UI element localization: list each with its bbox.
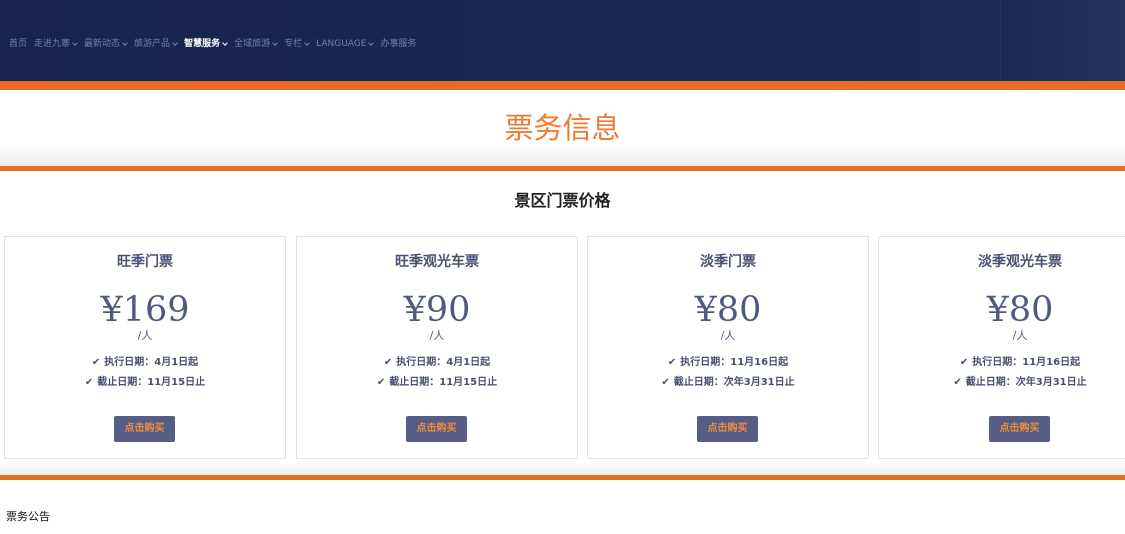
nav-item-label: 最新动态	[84, 39, 121, 49]
ticket-unit: /人	[429, 329, 445, 342]
ticket-unit: /人	[720, 329, 736, 342]
section-title: 景区门票价格	[514, 191, 611, 210]
buy-button[interactable]: 点击购买	[406, 416, 467, 442]
ticket-end-date: ✔ 截止日期：11月15日止	[5, 376, 285, 390]
nav-item-label: 办事服务	[380, 39, 417, 49]
ticket-start-date: ✔ 执行日期：4月1日起	[297, 356, 577, 370]
nav-item-label: LANGUAGE	[316, 39, 367, 49]
orange-divider-middle	[0, 166, 1125, 171]
orange-divider-top	[0, 81, 1125, 90]
page-title: 票务信息	[504, 111, 621, 145]
top-navigation: 首页 走进九寨 最新动态 旅游产品 智慧服务 全域旅游 专栏 LANGUAGE	[0, 0, 1125, 81]
chevron-down-icon	[222, 40, 228, 46]
start-date-text: 执行日期：4月1日起	[396, 357, 491, 368]
ticket-price: ¥169	[100, 290, 190, 330]
ticket-start-date: ✔ 执行日期：11月16日起	[588, 356, 868, 370]
check-icon: ✔	[959, 357, 969, 368]
ticket-unit: /人	[137, 329, 153, 342]
check-icon: ✔	[376, 377, 386, 388]
nav-item-smart-service[interactable]: 智慧服务	[184, 38, 228, 50]
end-date-text: 截止日期：11月15日止	[97, 377, 206, 388]
chevron-down-icon	[304, 40, 310, 46]
start-date-text: 执行日期：11月16日起	[972, 357, 1081, 368]
check-icon: ✔	[661, 377, 670, 388]
buy-button[interactable]: 点击购买	[697, 416, 758, 442]
check-icon: ✔	[383, 357, 393, 368]
nav-item-home[interactable]: 首页	[9, 38, 27, 50]
check-icon: ✔	[667, 357, 677, 368]
chevron-down-icon	[272, 40, 278, 46]
nav-item-label: 全域旅游	[234, 39, 271, 49]
nav-item-label: 首页	[9, 39, 28, 49]
nav-item-label: 旅游产品	[134, 39, 171, 49]
ticket-price: ¥80	[694, 290, 762, 330]
cards-bottom-shadow	[0, 462, 1125, 475]
start-date-text: 执行日期：11月16日起	[680, 357, 789, 368]
check-icon: ✔	[953, 377, 962, 388]
ticket-name: 淡季观光车票	[978, 254, 1062, 270]
ticket-name: 淡季门票	[700, 254, 756, 270]
ticket-price: ¥90	[403, 290, 471, 330]
nav-item-about-jiuzhai[interactable]: 走进九寨	[34, 38, 78, 50]
nav-item-tour-products[interactable]: 旅游产品	[134, 38, 178, 50]
nav-item-label: 走进九寨	[34, 39, 71, 49]
start-date-text: 执行日期：4月1日起	[104, 357, 199, 368]
nav-item-global-tourism[interactable]: 全域旅游	[234, 38, 278, 50]
ticket-card-off-season-sightseeing-bus: 淡季观光车票 ¥80 /人 ✔ 执行日期：11月16日起 ✔ 截止日期：次年3月31…	[878, 236, 1125, 459]
ticket-unit: /人	[1012, 329, 1028, 342]
nav-item-language[interactable]: LANGUAGE	[316, 38, 375, 50]
buy-button[interactable]: 点击购买	[989, 416, 1050, 442]
ticket-start-date: ✔ 执行日期：4月1日起	[5, 356, 285, 370]
ticket-start-date: ✔ 执行日期：11月16日起	[879, 356, 1125, 370]
chevron-down-icon	[122, 40, 128, 46]
check-icon: ✔	[91, 357, 101, 368]
ticket-card-peak-admission: 旺季门票 ¥169 /人 ✔ 执行日期：4月1日起 ✔ 截止日期：11月15日止 点…	[4, 236, 286, 459]
nav-item-affairs-service[interactable]: 办事服务	[380, 38, 416, 50]
ticket-name: 旺季观光车票	[395, 254, 479, 270]
chevron-down-icon	[172, 40, 178, 46]
ticket-end-date: ✔ 截止日期：11月15日止	[297, 376, 577, 390]
end-date-text: 截止日期：11月15日止	[389, 377, 498, 388]
check-icon: ✔	[84, 377, 94, 388]
chevron-down-icon	[368, 40, 375, 46]
ticket-end-date: ✔ 截止日期：次年3月31日止	[879, 376, 1125, 390]
nav-menu: 首页 走进九寨 最新动态 旅游产品 智慧服务 全域旅游 专栏 LANGUAGE	[9, 38, 423, 50]
nav-right-panel	[1000, 0, 1125, 81]
nav-item-label: 专栏	[284, 39, 303, 49]
ticket-end-date: ✔ 截止日期：次年3月31日止	[588, 376, 868, 390]
ticket-card-off-season-admission: 淡季门票 ¥80 /人 ✔ 执行日期：11月16日起 ✔ 截止日期：次年3月31日止…	[587, 236, 869, 459]
orange-divider-bottom	[0, 475, 1125, 480]
ticket-card-peak-sightseeing-bus: 旺季观光车票 ¥90 /人 ✔ 执行日期：4月1日起 ✔ 截止日期：11月15日止 …	[296, 236, 578, 459]
end-date-text: 截止日期：次年3月31日止	[965, 377, 1087, 388]
nav-item-columns[interactable]: 专栏	[284, 38, 310, 50]
end-date-text: 截止日期：次年3月31日止	[673, 377, 795, 388]
chevron-down-icon	[72, 40, 78, 46]
notice-title: 票务公告	[6, 510, 50, 523]
nav-item-news[interactable]: 最新动态	[84, 38, 128, 50]
nav-item-label: 智慧服务	[184, 39, 221, 49]
buy-button[interactable]: 点击购买	[114, 416, 175, 442]
ticket-name: 旺季门票	[117, 254, 173, 270]
ticket-price: ¥80	[986, 290, 1054, 330]
